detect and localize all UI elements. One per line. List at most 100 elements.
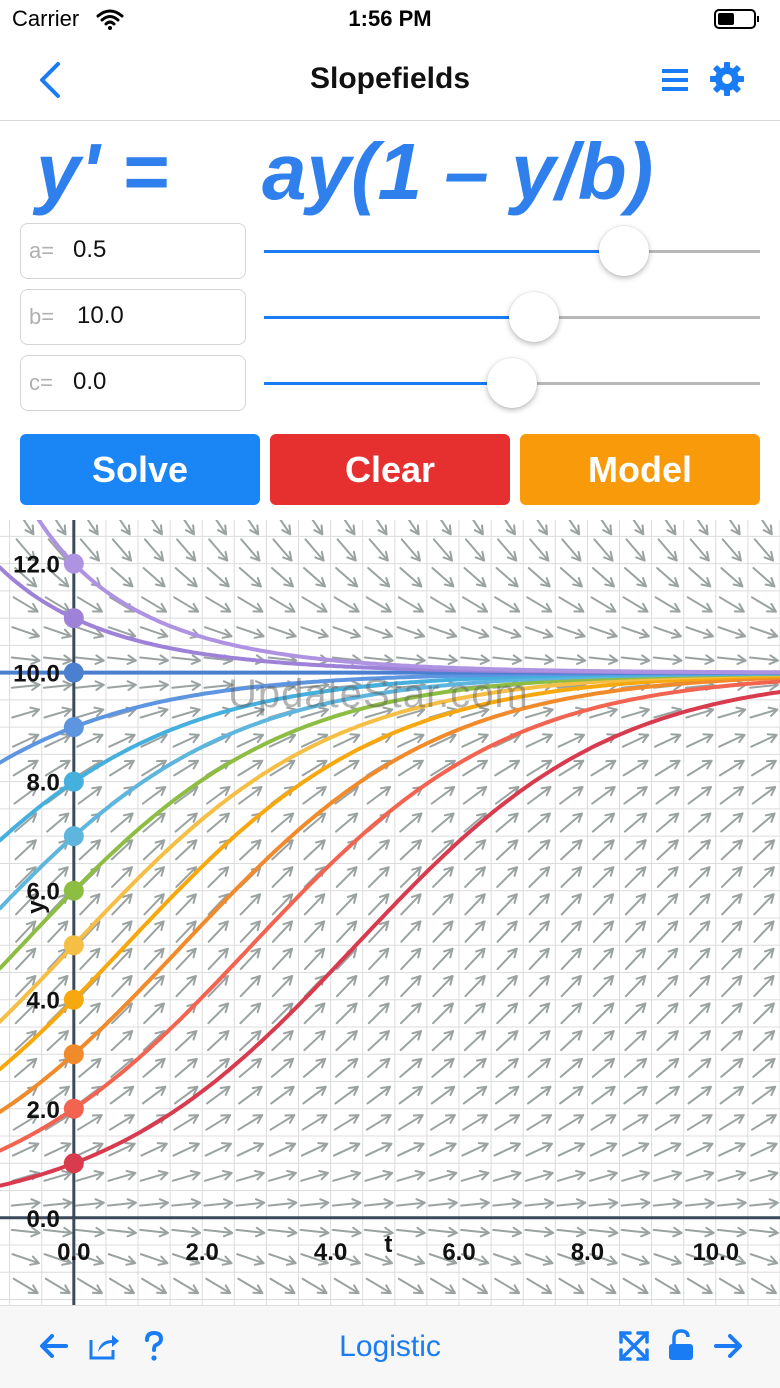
slope-arrow <box>428 626 458 639</box>
slope-arrow <box>300 626 329 639</box>
slope-arrow <box>141 785 167 805</box>
slope-arrow <box>718 759 745 777</box>
slope-arrow <box>303 1002 326 1025</box>
slope-arrow <box>171 654 202 665</box>
slope-arrow <box>753 947 775 971</box>
slope-arrow <box>524 706 554 719</box>
solution-curve <box>0 679 780 1153</box>
model-button[interactable]: Model <box>520 434 760 505</box>
slope-arrow <box>524 1170 554 1182</box>
y-tick-label: 4.0 <box>26 988 59 1015</box>
slope-arrow <box>363 1198 394 1209</box>
model-name-label[interactable]: Logistic <box>0 1330 780 1364</box>
slope-arrow <box>496 975 518 998</box>
slope-arrow <box>76 1277 103 1295</box>
slope-arrow <box>203 1170 233 1182</box>
arrow-right-icon[interactable] <box>710 1328 746 1364</box>
slope-arrow <box>107 1198 137 1209</box>
slope-arrow <box>364 626 394 639</box>
slope-arrow <box>753 920 775 943</box>
slope-arrow <box>335 567 359 588</box>
slope-arrow <box>75 706 105 719</box>
slope-arrow <box>753 893 775 916</box>
slope-arrow <box>591 1057 616 1078</box>
slope-arrow <box>396 1170 426 1182</box>
slope-arrow <box>109 759 135 777</box>
slope-arrow <box>686 596 713 613</box>
slope-arrow <box>492 1198 523 1209</box>
slope-arrow <box>14 839 37 861</box>
slope-arrow <box>235 1170 265 1182</box>
slope-arrow <box>718 1114 745 1131</box>
slope-arrow <box>591 812 616 833</box>
slope-arrow <box>397 596 424 613</box>
param-b-field[interactable]: b= 10.0 <box>20 289 246 345</box>
slope-arrow <box>428 654 458 665</box>
slope-arrow <box>528 1002 551 1025</box>
slope-arrow <box>685 1170 715 1182</box>
slope-arrow <box>301 596 328 613</box>
menu-icon[interactable] <box>660 66 690 94</box>
slope-arrow <box>623 812 648 833</box>
slope-arrow <box>331 1198 362 1209</box>
slope-arrow <box>524 654 555 665</box>
slope-arrow <box>207 866 230 888</box>
slope-arrow <box>656 1030 679 1052</box>
clock: 1:56 PM <box>348 6 432 31</box>
initial-point <box>63 553 84 574</box>
solve-button[interactable]: Solve <box>20 434 260 505</box>
slope-arrow <box>652 1226 683 1238</box>
slope-arrow <box>118 520 131 536</box>
slope-arrow <box>79 893 101 916</box>
slope-arrow <box>496 1002 519 1025</box>
slope-arrow <box>525 1142 553 1157</box>
slope-arrow <box>494 1085 520 1105</box>
param-a-slider[interactable] <box>264 223 760 279</box>
slope-arrow <box>749 706 779 719</box>
param-c-field[interactable]: c= 0.0 <box>20 355 246 411</box>
slope-arrow <box>460 1170 490 1182</box>
slope-arrow <box>656 1002 679 1025</box>
slope-arrow <box>749 654 779 665</box>
param-a-field[interactable]: a= 0.5 <box>20 223 246 279</box>
slope-arrow <box>556 1170 586 1182</box>
settings-gear-icon[interactable] <box>708 60 746 98</box>
param-b-slider-thumb[interactable] <box>509 292 560 342</box>
slope-arrow <box>720 567 744 588</box>
clear-button[interactable]: Clear <box>270 434 510 505</box>
slope-arrow <box>215 520 228 536</box>
slope-arrow <box>527 812 551 833</box>
slope-arrow <box>632 520 645 536</box>
fullscreen-icon[interactable] <box>616 1328 652 1364</box>
param-c-slider-thumb[interactable] <box>487 358 537 408</box>
slope-arrow <box>624 866 647 888</box>
slope-arrow <box>472 520 484 536</box>
slope-arrow <box>462 596 489 613</box>
slope-arrow <box>654 1114 681 1131</box>
slope-arrow <box>588 1198 619 1209</box>
slope-arrow <box>624 947 647 971</box>
param-a-slider-thumb[interactable] <box>598 226 649 276</box>
navigation-bar: Slopefields <box>0 40 780 121</box>
battery-icon <box>714 9 759 29</box>
slope-field-chart[interactable]: 0.02.04.06.08.010.012.00.0 2.0 4.0 6.0 8.0 10… <box>0 520 780 1305</box>
slope-arrow <box>303 1030 326 1052</box>
slope-arrow <box>171 1226 202 1238</box>
slope-arrow <box>183 520 195 536</box>
slope-arrow <box>407 520 420 536</box>
slope-arrow <box>428 1198 458 1209</box>
x-tick-label: 4.0 <box>314 1239 347 1266</box>
slope-arrow <box>268 626 297 639</box>
bottom-toolbar: Logistic <box>0 1305 780 1388</box>
slope-arrow <box>464 893 486 916</box>
slope-arrow <box>496 920 518 943</box>
slope-arrow <box>460 654 490 665</box>
param-c-slider[interactable] <box>264 355 760 411</box>
slope-arrow <box>624 893 647 916</box>
param-b-slider[interactable] <box>264 289 760 345</box>
slope-arrow <box>621 706 650 719</box>
slope-arrow <box>655 785 680 805</box>
slope-arrow <box>622 1114 649 1131</box>
unlock-icon[interactable] <box>664 1328 700 1364</box>
slope-arrow <box>235 1198 266 1209</box>
